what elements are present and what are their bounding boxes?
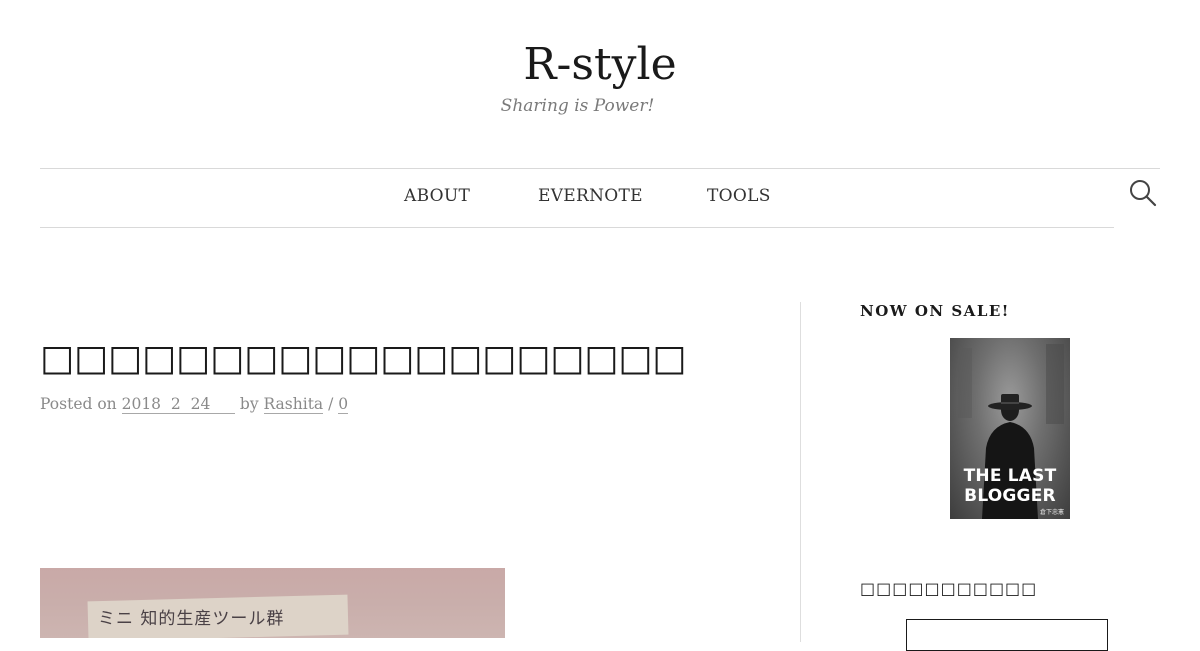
posted-on-label: Posted on: [40, 395, 117, 413]
nav-item-about[interactable]: ABOUT: [404, 186, 470, 206]
book-title: THE LAST BLOGGER: [963, 466, 1057, 506]
book-cover-image[interactable]: THE LAST BLOGGER 倉下忠憲: [950, 338, 1070, 519]
comments-link[interactable]: 0: [338, 395, 349, 414]
nav-top-divider: [40, 168, 1160, 169]
widget-2-box[interactable]: [906, 619, 1108, 651]
nav-bottom-divider: [40, 227, 1114, 228]
nav-item-evernote[interactable]: EVERNOTE: [538, 186, 643, 206]
note-handwriting: ミニ 知的生産ツール群: [98, 609, 285, 629]
post-date-link[interactable]: 2018 2 24: [121, 395, 235, 414]
post-featured-image: ミニ 知的生産ツール群: [40, 568, 505, 638]
meta-separator: /: [328, 395, 334, 413]
content-sidebar-divider: [800, 302, 801, 642]
by-label: by: [239, 395, 259, 413]
post-meta: Posted on 2018 2 24 by Rashita / 0: [40, 395, 349, 414]
nav-item-tools[interactable]: TOOLS: [707, 186, 771, 206]
site-title[interactable]: R-style: [0, 38, 1200, 92]
book-author-mark: 倉下忠憲: [1039, 509, 1064, 516]
widget-title-now-on-sale: NOW ON SALE!: [860, 302, 1010, 320]
author-link[interactable]: Rashita: [263, 395, 324, 414]
post-title[interactable]: □□□□□□□□□□□□□□□□□□□: [40, 336, 686, 382]
site-tagline: Sharing is Power!: [500, 96, 655, 116]
widget-title-2: □□□□□□□□□□□: [860, 579, 1038, 598]
search-icon[interactable]: [1128, 178, 1158, 208]
